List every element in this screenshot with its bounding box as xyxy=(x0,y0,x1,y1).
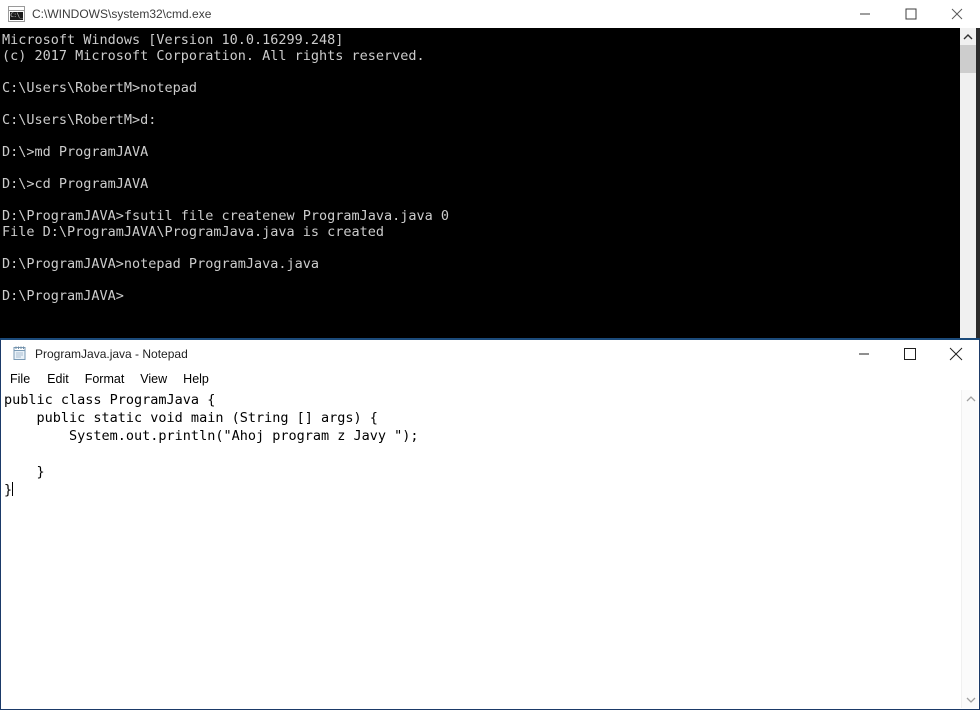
cmd-minimize-button[interactable] xyxy=(842,0,888,28)
close-icon xyxy=(951,8,963,20)
notepad-text-editor[interactable]: public class ProgramJava { public static… xyxy=(2,390,959,708)
menu-item-help[interactable]: Help xyxy=(175,370,217,388)
notepad-close-button[interactable] xyxy=(933,340,979,368)
cmd-maximize-button[interactable] xyxy=(888,0,934,28)
cmd-right-edge xyxy=(976,28,980,338)
chevron-down-icon xyxy=(966,697,975,703)
menu-item-edit[interactable]: Edit xyxy=(39,370,77,388)
notepad-document-text: public class ProgramJava { public static… xyxy=(4,392,419,498)
menu-item-view[interactable]: View xyxy=(132,370,175,388)
minimize-icon xyxy=(860,13,870,15)
cmd-scroll-up-button[interactable] xyxy=(960,28,976,45)
chevron-up-icon xyxy=(966,395,975,401)
menu-item-file[interactable]: File xyxy=(10,370,39,388)
notepad-vertical-scrollbar[interactable] xyxy=(961,390,978,708)
chevron-up-icon xyxy=(963,33,973,39)
cmd-window: C:\_ C:\WINDOWS\system32\cmd.exe Microso… xyxy=(0,0,980,338)
cmd-icon-bar xyxy=(9,7,24,11)
notepad-window-title: ProgramJava.java - Notepad xyxy=(35,347,188,361)
maximize-icon xyxy=(905,8,917,20)
close-icon xyxy=(949,347,963,361)
minimize-icon xyxy=(859,353,869,355)
cmd-close-button[interactable] xyxy=(934,0,980,28)
text-caret xyxy=(12,482,14,496)
notepad-scroll-down-button[interactable] xyxy=(962,691,979,708)
notepad-icon xyxy=(12,345,28,361)
notepad-window: ProgramJava.java - Notepad File Edit For… xyxy=(0,338,980,710)
notepad-titlebar[interactable]: ProgramJava.java - Notepad xyxy=(1,340,979,368)
cmd-titlebar[interactable]: C:\_ C:\WINDOWS\system32\cmd.exe xyxy=(0,0,980,29)
notepad-scroll-up-button[interactable] xyxy=(962,390,979,407)
cmd-vertical-scrollbar[interactable] xyxy=(960,28,976,338)
cmd-icon-screen: C:\_ xyxy=(10,12,23,20)
cmd-window-title: C:\WINDOWS\system32\cmd.exe xyxy=(32,7,212,21)
notepad-minimize-button[interactable] xyxy=(841,340,887,368)
notepad-maximize-button[interactable] xyxy=(887,340,933,368)
notepad-menubar: File Edit Format View Help xyxy=(1,368,979,390)
cmd-console-output[interactable]: Microsoft Windows [Version 10.0.16299.24… xyxy=(0,28,960,338)
menu-item-format[interactable]: Format xyxy=(77,370,133,388)
cmd-scrollbar-thumb[interactable] xyxy=(960,45,976,73)
maximize-icon xyxy=(904,348,916,360)
cmd-prompt-icon: C:\_ xyxy=(8,6,25,22)
